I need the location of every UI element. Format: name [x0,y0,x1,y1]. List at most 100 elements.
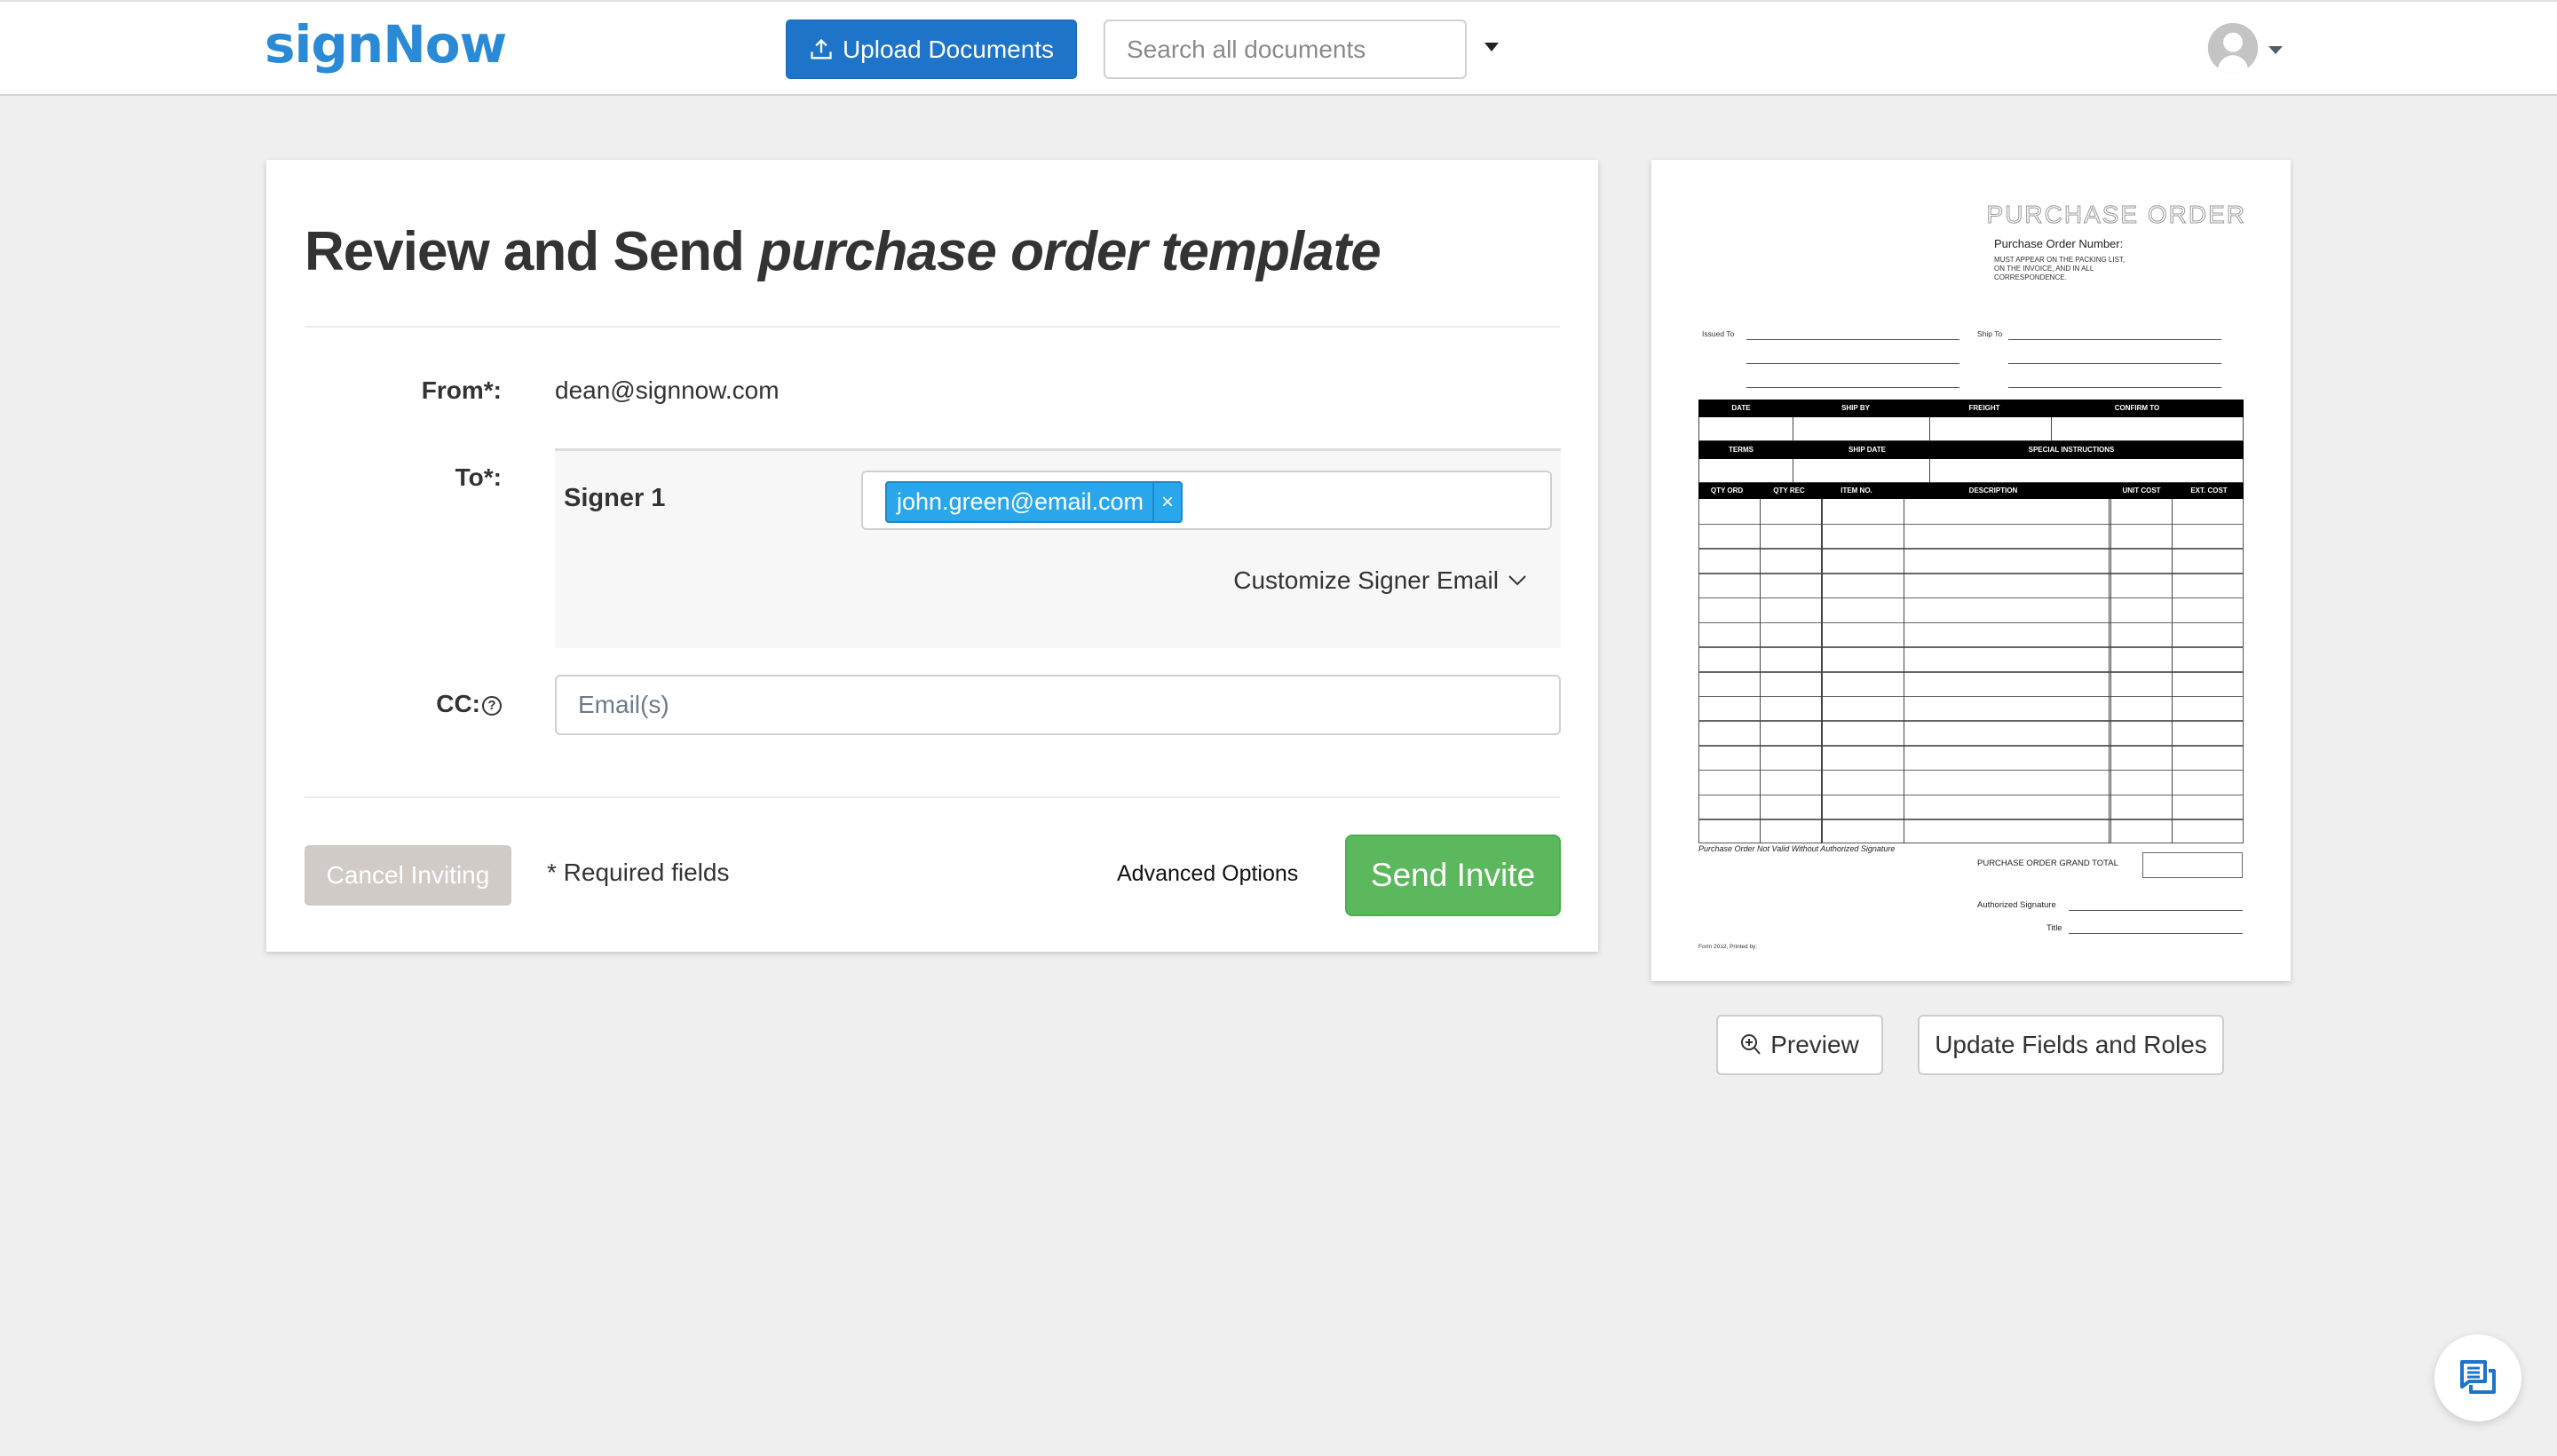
upload-documents-button[interactable]: Upload Documents [786,20,1077,79]
doc-grid-row-line [1699,548,2243,550]
doc-grid-column-line [1822,499,1823,843]
email-chip-text: john.green@email.com [897,488,1144,515]
doc-header-cell: QTY REC [1773,487,1805,495]
doc-grid-row-line [1699,720,2243,722]
zoom-in-icon [1741,1034,1761,1055]
doc-ship-to-label: Ship To [1977,329,2003,338]
doc-line [2008,363,2221,364]
doc-header-cell: ITEM NO. [1841,487,1872,495]
user-avatar-icon[interactable] [2204,21,2262,75]
doc-line [2008,387,2221,388]
doc-header-cell: DESCRIPTION [1968,487,2018,495]
doc-grid-row-line [1699,671,2243,673]
review-send-card: Review and Send purchase order template … [266,160,1598,952]
doc-header-cell: QTY ORD [1710,487,1744,495]
doc-line [1746,339,1959,340]
doc-header-cell: DATE [1731,404,1751,412]
doc-line [1746,363,1959,364]
doc-validity-note: Purchase Order Not Valid Without Authori… [1698,844,1896,853]
title-divider [305,326,1560,328]
doc-cell-row [1698,417,2244,441]
cc-input-wrapper [555,675,1561,735]
signer-email-input[interactable]: john.green@email.com × [861,471,1552,530]
doc-title-label: Title [2046,923,2062,933]
from-email: dean@signnow.com [555,376,780,404]
chat-support-button[interactable] [2434,1334,2521,1421]
footer-divider [305,796,1560,798]
email-chip: john.green@email.com × [885,481,1184,523]
signnow-logo[interactable]: signNow [265,14,507,75]
doc-line [2008,339,2221,340]
document-name: purchase order template [758,221,1381,282]
doc-vline [1929,459,1930,483]
doc-header-row: QTY ORD QTY REC ITEM NO. DESCRIPTION UNI… [1698,483,2244,499]
cc-email-input[interactable] [578,691,1538,719]
help-question-icon[interactable]: ? [482,695,502,716]
doc-line [1746,387,1959,388]
doc-grand-total-box [2142,852,2243,878]
doc-header-cell: TERMS [1729,446,1753,454]
doc-grid-row-line [1699,695,2243,698]
doc-line [2069,910,2243,911]
doc-header-cell: SHIP DATE [1848,446,1886,454]
from-label: From*: [421,376,502,404]
customize-signer-email-toggle[interactable]: Customize Signer Email [1233,566,1527,595]
doc-grid-row-line [1699,794,2243,796]
remove-email-close-icon[interactable]: × [1152,483,1181,521]
preview-label: Preview [1770,1031,1859,1058]
cc-label: CC: [436,690,480,717]
doc-grid-row-line [1699,745,2243,747]
doc-grid-row-line [1699,597,2243,599]
search-box [1104,20,1467,79]
search-options-caret-down-icon[interactable] [1484,43,1499,51]
doc-vline [2051,417,2052,441]
doc-issued-to-label: Issued To [1702,329,1735,338]
upload-documents-label: Upload Documents [842,35,1055,63]
upload-icon [811,38,832,59]
doc-grid-column-line [1760,499,1761,843]
preview-button[interactable]: Preview [1716,1015,1883,1075]
doc-header-cell: FREIGHT [1968,404,2000,412]
send-invite-button[interactable]: Send Invite [1345,835,1561,916]
doc-grand-total-label: PURCHASE ORDER GRAND TOTAL [1977,859,2118,868]
doc-header-cell: CONFIRM TO [2114,404,2160,412]
cancel-inviting-button[interactable]: Cancel Inviting [305,845,511,906]
doc-header-cell: SHIP BY [1841,404,1870,412]
doc-cell-row [1698,459,2244,483]
page-title: Review and Send purchase order template [305,220,1381,283]
document-thumbnail[interactable]: PURCHASE ORDER Purchase Order Number: MU… [1651,160,2291,981]
doc-form-footer: Form 2012, Printed by: [1698,944,1758,950]
doc-grid-row-line [1699,573,2243,574]
doc-grid-row-line [1699,819,2243,820]
doc-title: PURCHASE ORDER [1986,201,2246,229]
doc-grid-column-line [2110,499,2111,843]
doc-header-cell: SPECIAL INSTRUCTIONS [2028,446,2115,454]
top-navbar: signNow Upload Documents [0,0,2557,96]
chat-icon [2460,1360,2496,1394]
to-label: To*: [455,463,502,491]
update-fields-roles-button[interactable]: Update Fields and Roles [1918,1015,2224,1075]
account-menu-caret-down-icon[interactable] [2268,46,2283,54]
signer-role-label: Signer 1 [564,484,666,512]
advanced-options-link[interactable]: Advanced Options [1117,861,1298,887]
doc-grid-row-line [1699,621,2243,624]
doc-header-cell: EXT. COST [2190,487,2228,495]
doc-grid-column-line [2172,499,2173,843]
doc-po-notice: MUST APPEAR ON THE PACKING LIST, ON THE … [1994,256,2126,281]
doc-header-row: DATE SHIP BY FREIGHT CONFIRM TO [1698,400,2244,417]
doc-line [2069,933,2243,934]
doc-grid-row-line [1699,523,2243,526]
doc-line-items-grid [1698,499,2244,843]
doc-grid-row-line [1699,646,2243,648]
doc-po-number-label: Purchase Order Number: [1994,237,2124,250]
search-input[interactable] [1127,35,1447,64]
doc-vline [1929,417,1930,441]
title-prefix: Review and Send [305,221,745,282]
doc-authorized-signature-label: Authorized Signature [1977,900,2056,910]
chevron-down-icon [1508,575,1526,586]
doc-grid-column-line [2109,499,2110,843]
customize-signer-email-label: Customize Signer Email [1233,566,1499,594]
signer-panel: Signer 1 john.green@email.com × Customiz… [555,448,1561,648]
required-fields-note: * Required fields [547,859,730,886]
doc-header-cell: UNIT COST [2122,487,2161,495]
